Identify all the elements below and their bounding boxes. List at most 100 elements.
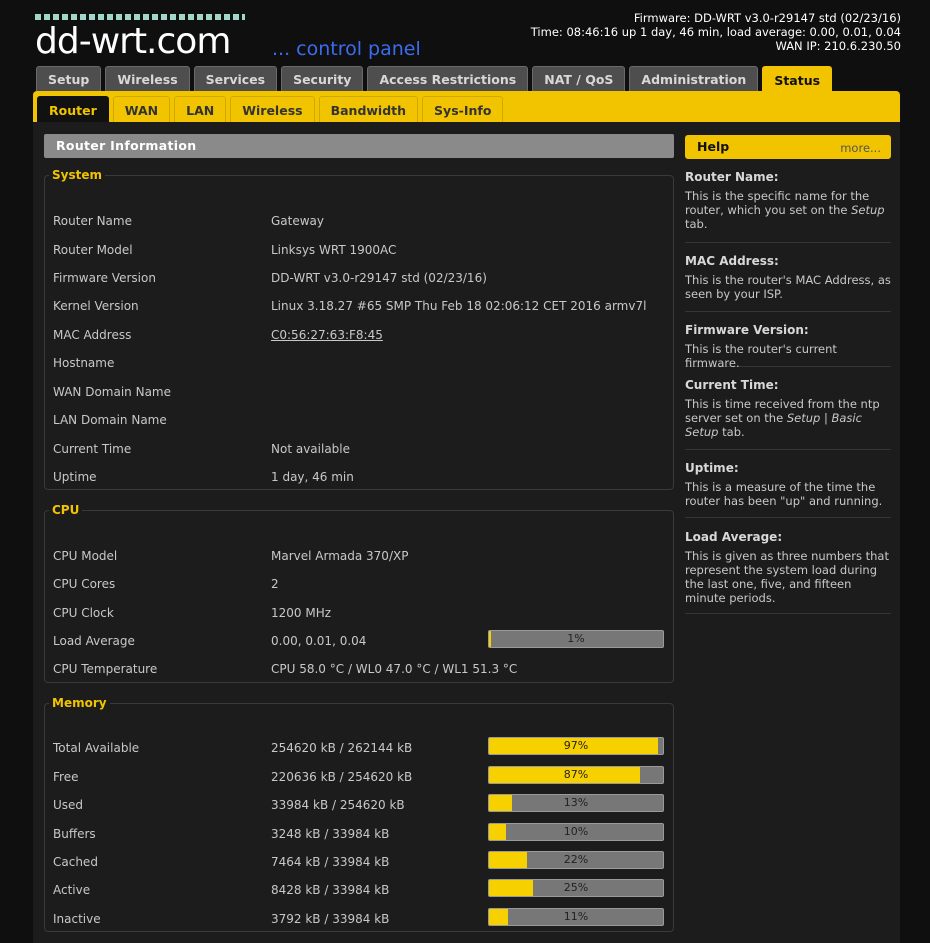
mem-active-meter-text: 25% [563,881,589,894]
tab-access-restrictions[interactable]: Access Restrictions [367,66,529,91]
help-firmware-version-title: Firmware Version: [685,323,809,337]
help-current-time: Current Time: This is time received from… [685,378,891,450]
help-load-average: Load Average: This is given as three num… [685,530,891,614]
mem-buffers-value: 3248 kB / 33984 kB [271,827,390,841]
uptime-row: Uptime 1 day, 46 min [53,470,665,490]
help-title: Help [697,139,730,154]
tab-security[interactable]: Security [281,66,364,91]
current-time-label: Current Time [53,442,132,456]
help-mac-address-title: MAC Address: [685,254,779,268]
help-text-part: tab. [718,425,745,439]
subtab-wan[interactable]: WAN [112,96,171,122]
load-average-meter: 1% [488,630,664,648]
uptime-label: Uptime [53,470,97,484]
subtab-wireless[interactable]: Wireless [230,96,315,122]
time-info: Time: 08:46:16 up 1 day, 46 min, load av… [530,25,901,39]
router-model-row: Router Model Linksys WRT 1900AC [53,243,665,263]
tab-services[interactable]: Services [193,66,278,91]
cpu-group: CPU CPU Model Marvel Armada 370/XP CPU C… [44,503,674,683]
header-info: Firmware: DD-WRT v3.0-r29147 std (02/23/… [531,11,901,53]
help-firmware-version-text: This is the router's current firmware. [685,342,837,370]
firmware-version-label: Firmware Version [53,271,156,285]
system-group: System Router Name Gateway Router Model … [44,168,674,490]
help-mac-address: MAC Address: This is the router's MAC Ad… [685,254,891,312]
help-router-name: Router Name: This is the specific name f… [685,170,891,243]
mem-free-meter-text: 87% [563,768,589,781]
mac-address-link[interactable]: C0:56:27:63:F8:45 [271,328,383,342]
help-firmware-version: Firmware Version: This is the router's c… [685,323,891,370]
cpu-legend: CPU [52,503,80,517]
subtab-lan[interactable]: LAN [174,96,227,122]
memory-group: Memory Total Available 254620 kB / 26214… [44,696,674,932]
load-average-label: Load Average [53,634,135,648]
wan-domain-row: WAN Domain Name [53,385,665,405]
mem-active-row: Active 8428 kB / 33984 kB 25% [53,879,665,903]
cpu-temperature-value: CPU 58.0 °C / WL0 47.0 °C / WL1 51.3 °C [271,662,518,676]
system-legend: System [52,168,102,182]
mem-free-label: Free [53,770,79,784]
mem-cached-meter-text: 22% [563,853,589,866]
mem-total-value: 254620 kB / 262144 kB [271,741,413,755]
load-average-row: Load Average 0.00, 0.01, 0.04 1% [53,630,665,654]
subtab-bandwidth[interactable]: Bandwidth [318,96,419,122]
mem-total-row: Total Available 254620 kB / 262144 kB 97… [53,737,665,761]
help-text-italic: Setup [851,203,885,217]
mac-address-row: MAC Address C0:56:27:63:F8:45 [53,328,665,348]
mem-buffers-label: Buffers [53,827,96,841]
mem-free-meter: 87% [488,766,664,784]
cpu-cores-row: CPU Cores 2 [53,577,665,597]
mem-cached-label: Cached [53,855,98,869]
router-name-row: Router Name Gateway [53,214,665,234]
mem-inactive-row: Inactive 3792 kB / 33984 kB 11% [53,908,665,932]
mem-buffers-meter-text: 10% [563,825,589,838]
firmware-info: Firmware: DD-WRT v3.0-r29147 std (02/23/… [633,11,901,25]
subtab-sys-info[interactable]: Sys-Info [422,96,504,122]
wan-ip-info: WAN IP: 210.6.230.50 [775,39,901,53]
mem-active-label: Active [53,883,91,897]
help-router-name-text: This is the specific name for the router… [685,189,891,231]
help-current-time-title: Current Time: [685,378,779,392]
help-load-average-text: This is given as three numbers that repr… [685,549,889,605]
main-tabs: Setup Wireless Services Security Access … [36,66,836,94]
mem-used-meter-text: 13% [563,796,589,809]
mem-active-value: 8428 kB / 33984 kB [271,883,390,897]
cpu-model-value: Marvel Armada 370/XP [271,549,409,563]
mem-used-meter: 13% [488,794,664,812]
uptime-value: 1 day, 46 min [271,470,354,484]
tab-setup[interactable]: Setup [36,66,102,91]
lan-domain-label: LAN Domain Name [53,413,167,427]
cpu-model-label: CPU Model [53,549,118,563]
mem-used-row: Used 33984 kB / 254620 kB 13% [53,794,665,818]
kernel-version-row: Kernel Version Linux 3.18.27 #65 SMP Thu… [53,299,665,319]
router-name-label: Router Name [53,214,132,228]
help-more-link[interactable]: more... [840,135,881,161]
mem-cached-row: Cached 7464 kB / 33984 kB 22% [53,851,665,875]
mem-free-row: Free 220636 kB / 254620 kB 87% [53,766,665,790]
cpu-cores-value: 2 [271,577,279,591]
mem-inactive-label: Inactive [53,912,101,926]
help-load-average-title: Load Average: [685,530,783,544]
mem-total-label: Total Available [53,741,140,755]
firmware-version-row: Firmware Version DD-WRT v3.0-r29147 std … [53,271,665,291]
hostname-row: Hostname [53,356,665,376]
current-time-value: Not available [271,442,351,456]
logo-bars-decoration [35,14,245,20]
cpu-temperature-label: CPU Temperature [53,662,158,676]
current-time-row: Current Time Not available [53,442,665,462]
subtab-router[interactable]: Router [37,96,109,122]
mem-used-label: Used [53,798,84,812]
tab-administration[interactable]: Administration [629,66,759,91]
cpu-clock-row: CPU Clock 1200 MHz [53,606,665,626]
cpu-temperature-row: CPU Temperature CPU 58.0 °C / WL0 47.0 °… [53,662,665,682]
help-text-part: This is the specific name for the router… [685,189,870,217]
tab-nat-qos[interactable]: NAT / QoS [532,66,626,91]
help-header: Help more... [685,135,891,159]
kernel-version-label: Kernel Version [53,299,139,313]
hostname-label: Hostname [53,356,115,370]
tab-status[interactable]: Status [762,66,833,94]
mem-cached-value: 7464 kB / 33984 kB [271,855,390,869]
mem-buffers-meter: 10% [488,823,664,841]
mac-address-label: MAC Address [53,328,132,342]
wan-domain-label: WAN Domain Name [53,385,171,399]
tab-wireless[interactable]: Wireless [105,66,190,91]
